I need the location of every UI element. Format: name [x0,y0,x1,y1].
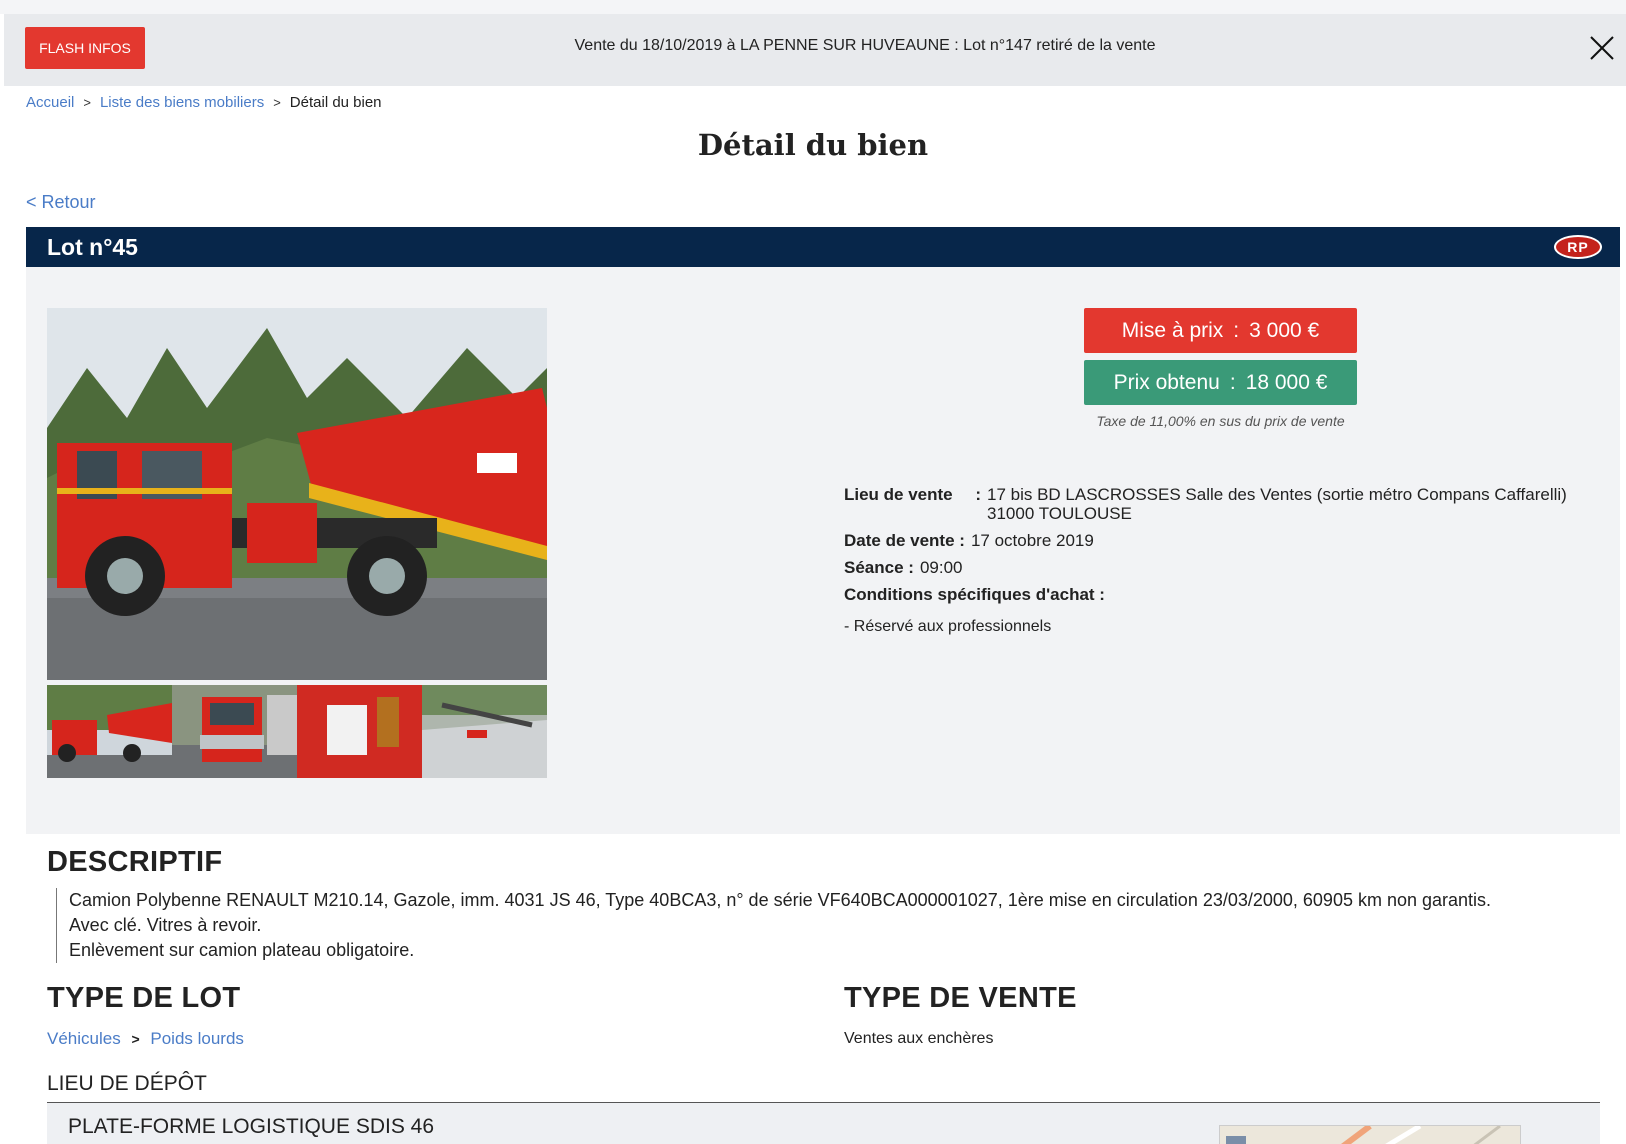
date-de-vente-value: 17 octobre 2019 [970,531,1094,550]
conditions-row: Conditions spécifiques d'achat : [844,585,1567,604]
lieu-de-depot-heading: LIEU DE DÉPÔT [47,1072,207,1095]
main-photo[interactable] [47,308,547,680]
sale-info: Lieu de vente: 17 bis BD LASCROSSES Sall… [844,485,1567,636]
mise-a-prix-label: Mise à prix [1121,318,1224,342]
lieu-de-vente-line2: 31000 TOULOUSE [987,504,1132,523]
breadcrumb-home-link[interactable]: Accueil [26,94,74,111]
thumbnail-strip [47,685,547,778]
close-icon[interactable] [1588,34,1616,62]
flash-infos-button[interactable]: FLASH INFOS [25,27,145,69]
rp-badge: RP [1554,235,1602,259]
prix-obtenu-label: Prix obtenu [1113,370,1220,394]
price-separator: : [1233,318,1240,342]
seance-row: Séance : 09:00 [844,558,1567,577]
lot-title: Lot n°45 [47,234,138,260]
lieu-de-vente-line1: 17 bis BD LASCROSSES Salle des Ventes (s… [987,485,1567,504]
descriptif-body: Camion Polybenne RENAULT M210.14, Gazole… [56,888,1596,963]
flash-message: Vente du 18/10/2019 à LA PENNE SUR HUVEA… [574,37,1156,54]
lieu-de-vente-row: Lieu de vente: 17 bis BD LASCROSSES Sall… [844,485,1567,523]
descriptif-line: Camion Polybenne RENAULT M210.14, Gazole… [69,890,1492,910]
thumbnail-4[interactable] [422,685,547,778]
prix-obtenu-badge: Prix obtenu : 18 000 € [1084,360,1357,405]
type-de-vente-heading: TYPE DE VENTE [844,982,1077,1014]
conditions-label: Conditions spécifiques d'achat : [844,585,1105,604]
page-title: Détail du bien [697,128,929,162]
breadcrumb-separator: > [273,95,281,110]
back-link[interactable]: < Retour [26,192,96,213]
conditions-note: - Réservé aux professionnels [844,618,1052,635]
prix-obtenu-value: 18 000 € [1245,370,1328,394]
truck-photo-image [47,308,547,680]
seance-value: 09:00 [919,558,963,577]
breadcrumb-list-link[interactable]: Liste des biens mobiliers [100,94,264,111]
descriptif-line: Avec clé. Vitres à revoir. [69,915,262,935]
breadcrumb: Accueil > Liste des biens mobiliers > Dé… [26,94,382,111]
date-de-vente-row: Date de vente : 17 octobre 2019 [844,531,1567,550]
top-strip [0,0,1626,14]
date-de-vente-label: Date de vente : [844,531,965,550]
category-vehicules-link[interactable]: Véhicules [47,1029,121,1048]
tax-note: Taxe de 11,00% en sus du prix de vente [1096,413,1345,429]
price-block: Mise à prix : 3 000 € Prix obtenu : 18 0… [1084,308,1357,429]
type-de-lot-links: Véhicules > Poids lourds [47,1029,244,1049]
thumbnail-1[interactable] [47,685,172,778]
type-de-vente-value: Ventes aux enchères [844,1030,994,1047]
thumbnail-3[interactable] [297,685,422,778]
depot-name: PLATE-FORME LOGISTIQUE SDIS 46 [68,1115,435,1138]
lot-detail-panel: Mise à prix : 3 000 € Prix obtenu : 18 0… [26,267,1620,834]
descriptif-line: Enlèvement sur camion plateau obligatoir… [69,940,415,960]
mise-a-prix-badge: Mise à prix : 3 000 € [1084,308,1357,353]
price-separator: : [1229,370,1236,394]
seance-label: Séance : [844,558,914,577]
category-separator: > [131,1031,140,1047]
lieu-de-vente-label: Lieu de vente: [844,485,981,504]
category-poids-lourds-link[interactable]: Poids lourds [150,1029,244,1048]
lieu-de-depot-box: PLATE-FORME LOGISTIQUE SDIS 46 [47,1103,1600,1144]
descriptif-heading: DESCRIPTIF [47,846,223,878]
breadcrumb-separator: > [83,95,91,110]
breadcrumb-current: Détail du bien [289,94,382,111]
lot-header: Lot n°45 RP [26,227,1620,267]
flash-info-bar: FLASH INFOS Vente du 18/10/2019 à LA PEN… [4,14,1626,86]
map-thumbnail[interactable] [1219,1125,1521,1144]
thumbnail-2[interactable] [172,685,297,778]
mise-a-prix-value: 3 000 € [1249,318,1320,342]
type-de-lot-heading: TYPE DE LOT [47,982,241,1014]
